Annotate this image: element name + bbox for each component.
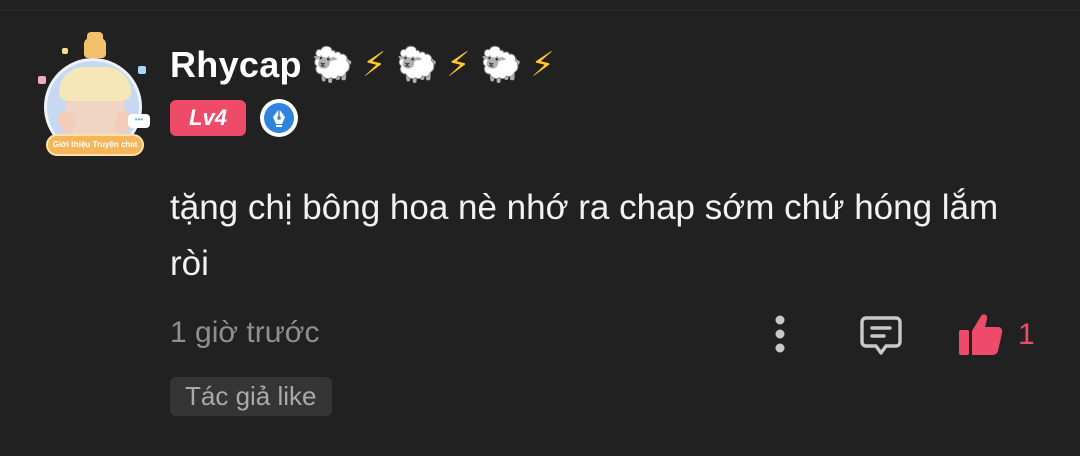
- reply-button[interactable]: [856, 310, 906, 360]
- more-options-button[interactable]: [762, 312, 798, 356]
- avatar-hair: [59, 67, 131, 101]
- like-group: 1: [956, 310, 1035, 360]
- comment-text: tặng chị bông hoa nè nhớ ra chap sớm chứ…: [170, 188, 999, 283]
- thumbs-up-icon: [959, 314, 1003, 355]
- username-row: Rhycap 🐑 ⚡ 🐑 ⚡ 🐑 ⚡: [170, 40, 555, 90]
- sheep-emoji-icon: 🐑: [311, 45, 355, 85]
- comment-reply-icon: [860, 316, 902, 355]
- lightning-emoji-icon: ⚡: [362, 45, 387, 85]
- lightning-emoji-icon: ⚡: [446, 45, 471, 85]
- avatar-decoration: [62, 48, 68, 54]
- lightning-emoji-icon: ⚡: [530, 45, 555, 85]
- username[interactable]: Rhycap: [170, 44, 302, 86]
- like-count: 1: [1018, 318, 1035, 351]
- more-vertical-icon: [775, 315, 785, 353]
- comment-card: ••• Giới thiệu Truyện chat Rhycap 🐑 ⚡ 🐑 …: [0, 0, 1080, 456]
- author-like-tag: Tác giả like: [170, 377, 332, 416]
- avatar-decoration: [38, 76, 46, 84]
- comment-timestamp: 1 giờ trước: [170, 316, 320, 349]
- pen-nib-icon: [260, 99, 298, 137]
- sheep-emoji-icon: 🐑: [480, 45, 523, 85]
- user-avatar[interactable]: ••• Giới thiệu Truyện chat: [32, 32, 156, 160]
- avatar-chat-bubble: •••: [128, 114, 150, 128]
- user-badges: Lv4: [170, 99, 298, 137]
- avatar-crown-icon: [84, 32, 106, 58]
- level-badge: Lv4: [170, 100, 246, 136]
- like-button[interactable]: [956, 312, 1004, 358]
- avatar-frame-banner: Giới thiệu Truyện chat: [46, 134, 144, 156]
- sheep-emoji-icon: 🐑: [396, 45, 439, 85]
- avatar-decoration: [138, 66, 146, 74]
